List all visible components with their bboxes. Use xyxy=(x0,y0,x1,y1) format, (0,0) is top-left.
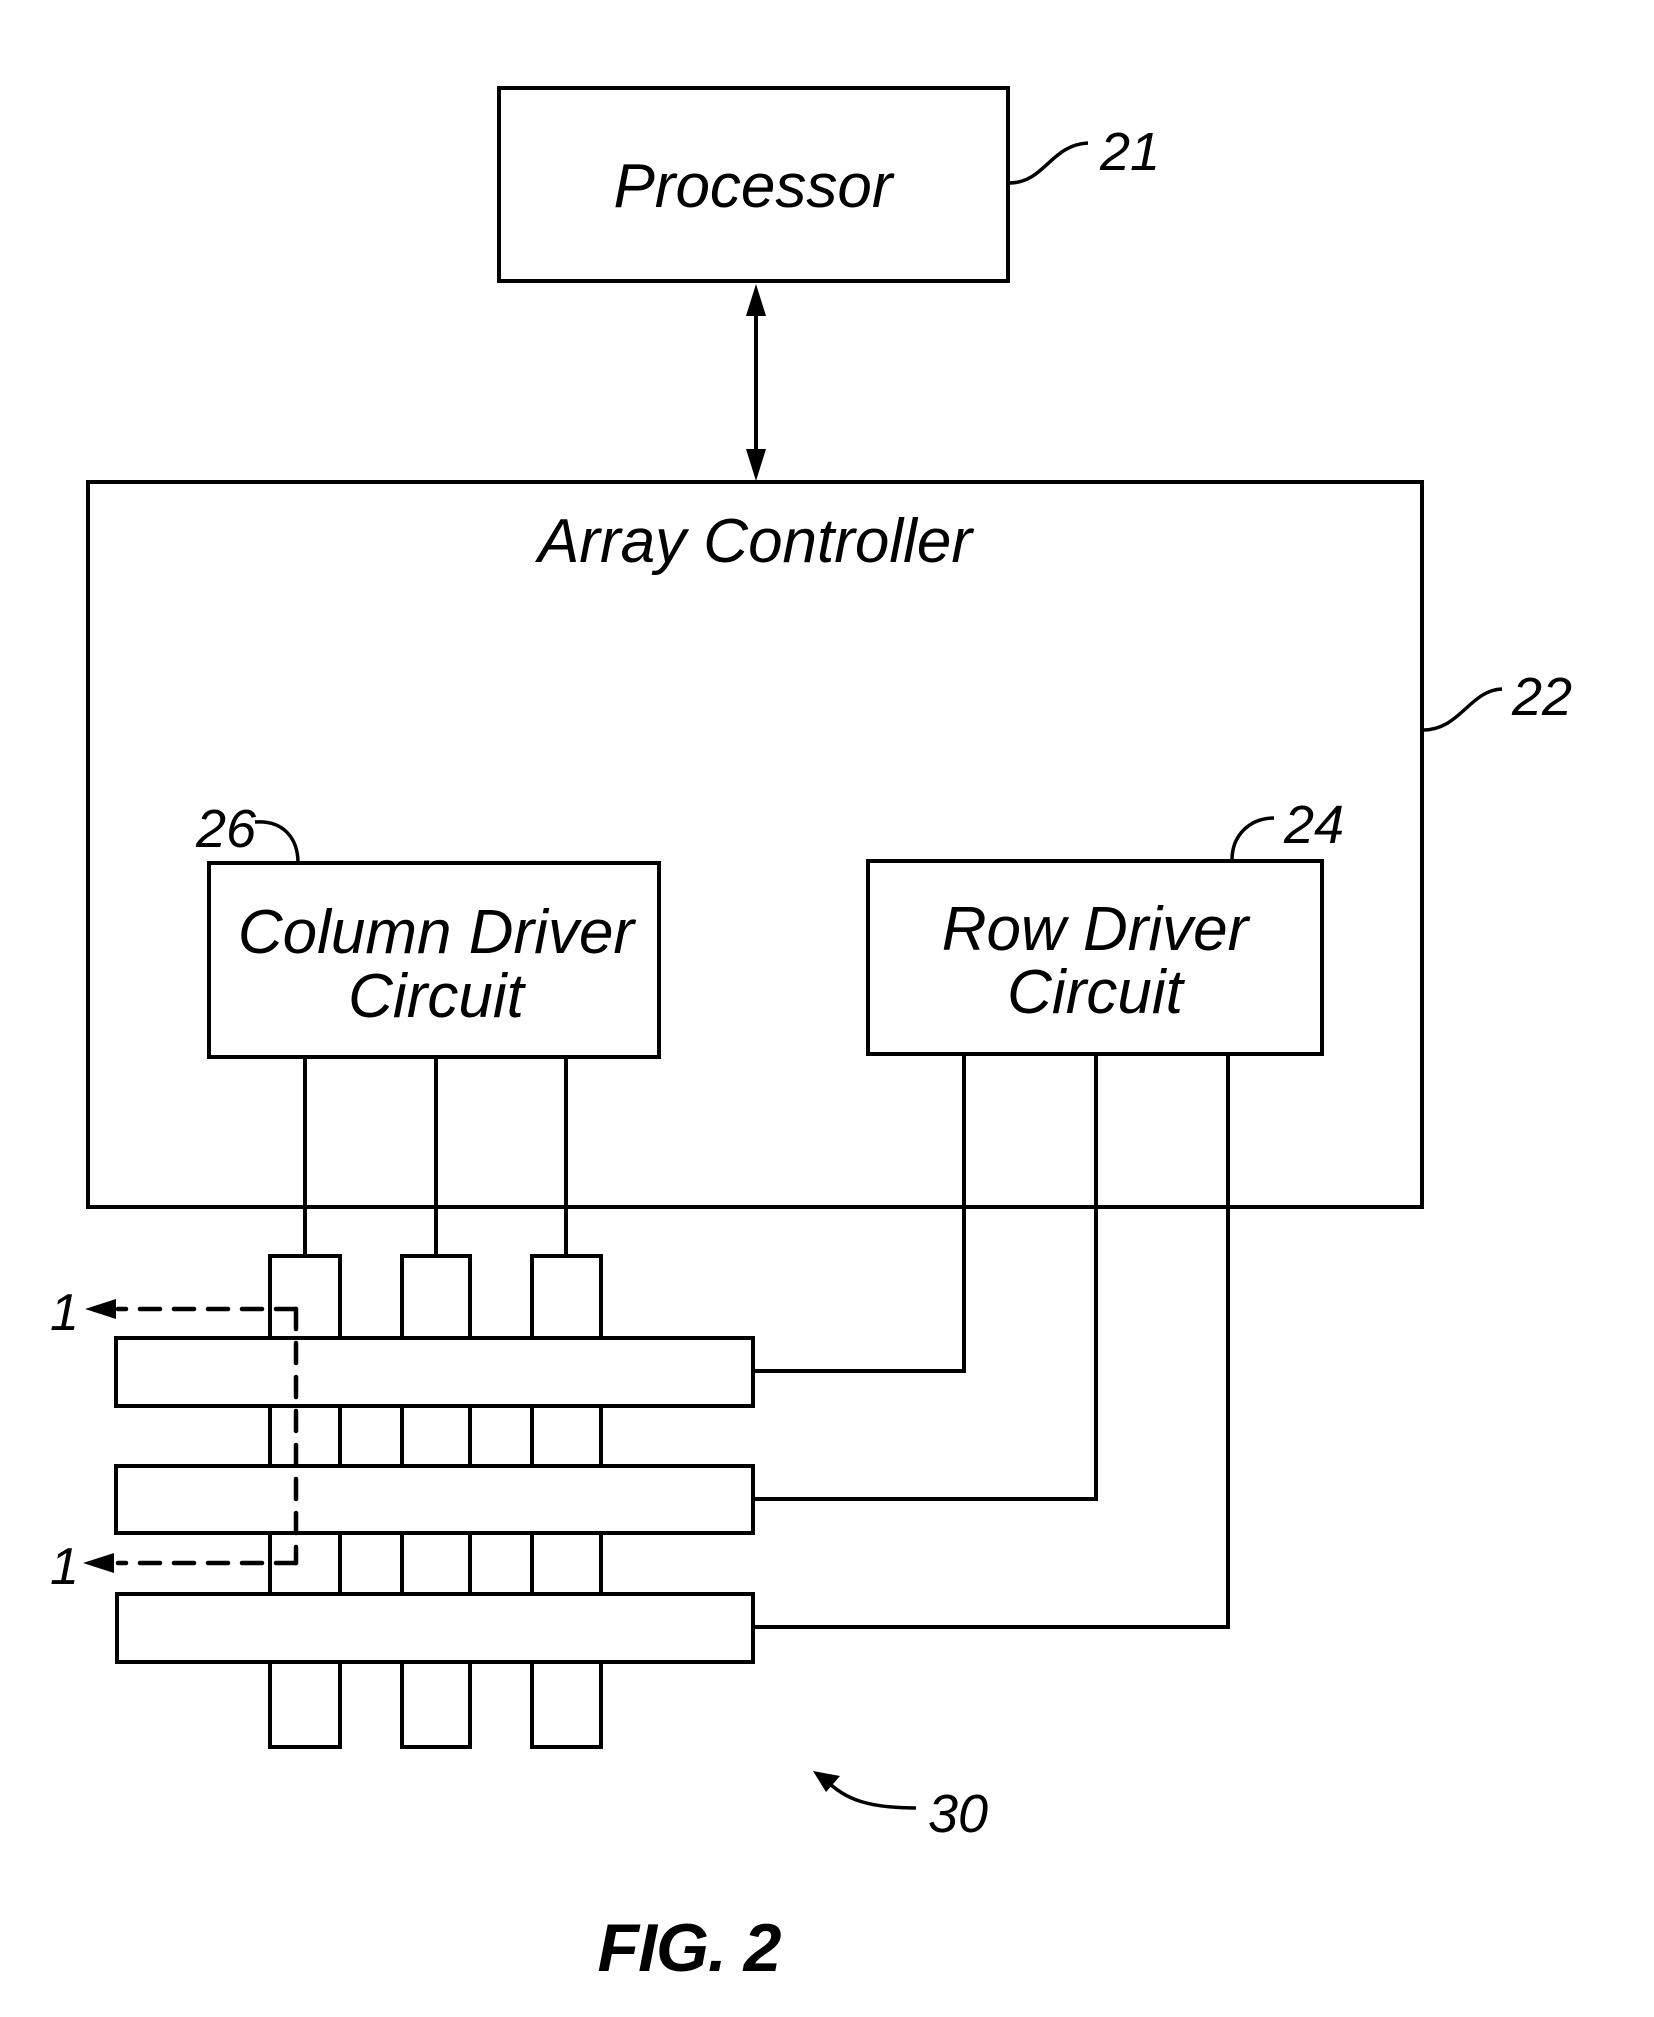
section-label-top: 1 xyxy=(50,1284,79,1342)
section-label-bottom: 1 xyxy=(50,1538,79,1596)
array-controller-ref-leader xyxy=(1422,687,1503,732)
processor-block: Processor xyxy=(497,86,1010,283)
arrow-down-icon xyxy=(746,449,766,481)
array-controller-box xyxy=(86,480,1424,1209)
column-driver-label-line2: Circuit xyxy=(348,962,526,1031)
figure-caption: FIG. 2 xyxy=(598,1910,782,1986)
column-driver-label-line1: Column Driver xyxy=(238,898,637,967)
section-arrow-bottom-icon xyxy=(83,1553,114,1573)
row-electrode xyxy=(114,1336,755,1408)
processor-controller-bus-arrow xyxy=(746,284,766,481)
patent-figure: Processor 21 Array Controller 22 Column … xyxy=(50,86,1572,1986)
processor-label: Processor xyxy=(613,152,894,221)
row-electrode xyxy=(115,1592,755,1664)
section-arrow-top-icon xyxy=(85,1299,116,1319)
array-ref-number: 30 xyxy=(928,1784,988,1844)
row-driver-label-line2: Circuit xyxy=(1007,958,1185,1027)
column-driver-ref-number: 26 xyxy=(195,799,257,859)
processor-ref-leader xyxy=(1008,141,1089,185)
array-ref: 30 xyxy=(813,1771,988,1844)
processor-ref-number: 21 xyxy=(1099,122,1160,182)
arrow-up-icon xyxy=(746,284,766,316)
array-ref-leader xyxy=(824,1778,917,1810)
section-line-1-1: 1 1 xyxy=(50,1284,299,1596)
array-controller-ref-number: 22 xyxy=(1511,667,1572,727)
row-electrode xyxy=(114,1464,755,1535)
array-controller-block: Array Controller xyxy=(86,480,1424,1209)
row-electrodes xyxy=(114,1336,755,1664)
column-driver-block: Column Driver Circuit xyxy=(207,861,661,1059)
array-controller-label: Array Controller xyxy=(534,507,974,576)
row-driver-label-line1: Row Driver xyxy=(942,895,1251,964)
row-driver-ref-number: 24 xyxy=(1283,795,1344,855)
row-driver-block: Row Driver Circuit xyxy=(866,859,1324,1056)
